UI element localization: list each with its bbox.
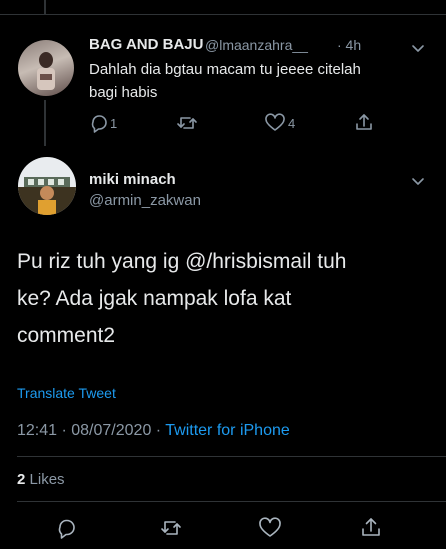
timestamp: 12:41 · 08/07/2020 ·: [17, 422, 166, 439]
main-reply-button[interactable]: [56, 517, 78, 544]
likes-count: 2: [17, 471, 26, 488]
main-text-line1: Pu riz tuh yang ig @/hrisbismail tuh: [17, 250, 347, 273]
reply-count: 1: [110, 115, 118, 131]
reply-text-line1: Dahlah dia bgtau macam tu jeeee citelah: [89, 61, 361, 78]
reply-handle[interactable]: @lmaanzahra__: [205, 37, 308, 53]
reply-name[interactable]: BAG AND BAJU: [89, 36, 203, 53]
translate-link[interactable]: Translate Tweet: [17, 385, 116, 401]
main-share-button[interactable]: [360, 516, 382, 543]
tweet-meta: 12:41 · 08/07/2020 · Twitter for iPhone: [17, 422, 290, 440]
avatar-portrait-icon: [18, 177, 76, 215]
retweet-icon: [161, 521, 181, 535]
reply-retweet-button[interactable]: [176, 113, 198, 138]
comment-icon: [91, 115, 107, 133]
top-divider: [0, 14, 446, 15]
share-icon: [356, 114, 372, 130]
like-count: 4: [288, 115, 296, 131]
source-link[interactable]: Twitter for iPhone: [165, 422, 290, 439]
main-name[interactable]: miki minach: [89, 171, 176, 188]
reply-time: · 4h: [337, 37, 362, 53]
thread-line: [44, 100, 46, 146]
retweet-icon: [177, 117, 197, 129]
thread-line-top: [44, 0, 46, 14]
comment-icon: [58, 519, 75, 539]
reply-text-line2: bagi habis: [89, 84, 158, 101]
reply-like-button[interactable]: 4: [264, 113, 295, 133]
heart-icon: [259, 517, 281, 537]
main-text-line3: comment2: [17, 324, 116, 347]
main-text-line2: ke? Ada jgak nampak lofa kat: [17, 287, 292, 310]
divider-1: [17, 456, 446, 457]
heart-icon: [265, 113, 285, 131]
main-like-button[interactable]: [258, 517, 282, 544]
avatar[interactable]: [18, 40, 74, 96]
main-retweet-button[interactable]: [159, 517, 183, 544]
avatar-figure-icon: [37, 52, 55, 90]
reply-share-button[interactable]: [354, 112, 374, 137]
main-handle[interactable]: @armin_zakwan: [89, 192, 201, 209]
divider-2: [17, 501, 446, 502]
reply-reply-button[interactable]: 1: [89, 113, 117, 133]
likes-stat[interactable]: 2 Likes: [17, 471, 65, 488]
main-menu-chevron-icon[interactable]: [411, 173, 425, 191]
share-icon: [362, 518, 380, 536]
main-avatar[interactable]: [18, 157, 76, 215]
reply-menu-chevron-icon[interactable]: [411, 40, 425, 58]
likes-label: Likes: [29, 471, 65, 488]
